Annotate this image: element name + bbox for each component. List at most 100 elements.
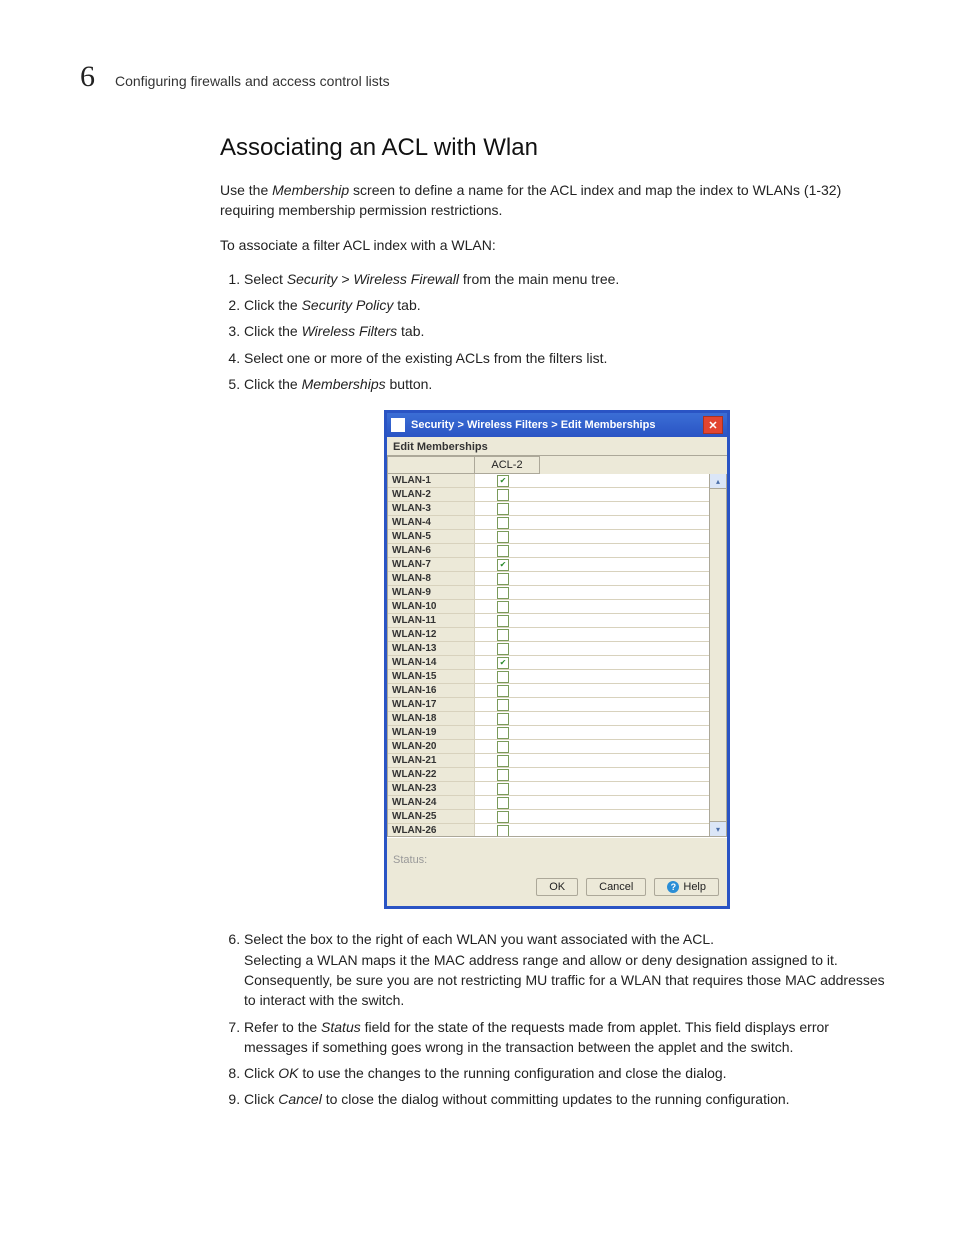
edit-memberships-label: Edit Memberships — [387, 437, 727, 456]
wlan-name-cell: WLAN-9 — [388, 586, 475, 600]
wlan-checkbox[interactable] — [497, 475, 509, 487]
wlan-checkbox[interactable] — [497, 769, 509, 781]
wlan-name-cell: WLAN-4 — [388, 516, 475, 530]
wlan-name-cell: WLAN-6 — [388, 544, 475, 558]
scroll-down-icon[interactable]: ▾ — [710, 821, 726, 836]
wlan-checkbox[interactable] — [497, 643, 509, 655]
wlan-checkbox-cell — [475, 740, 531, 754]
window-title: Security > Wireless Filters > Edit Membe… — [411, 419, 703, 431]
wlan-checkbox[interactable] — [497, 559, 509, 571]
wlan-name-cell: WLAN-22 — [388, 768, 475, 782]
wlan-name-cell: WLAN-25 — [388, 810, 475, 824]
table-row: WLAN-24 — [388, 796, 709, 810]
wlan-name-cell: WLAN-12 — [388, 628, 475, 642]
table-row: WLAN-20 — [388, 740, 709, 754]
dialog-screenshot: Security > Wireless Filters > Edit Membe… — [220, 410, 894, 909]
table-row: WLAN-8 — [388, 572, 709, 586]
scroll-track[interactable] — [710, 489, 726, 821]
wlan-name-cell: WLAN-11 — [388, 614, 475, 628]
wlan-checkbox[interactable] — [497, 503, 509, 515]
step-8: Click OK to use the changes to the runni… — [244, 1063, 894, 1083]
wlan-checkbox-cell — [475, 824, 531, 837]
wlan-checkbox-cell — [475, 572, 531, 586]
wlan-checkbox-cell — [475, 600, 531, 614]
wlan-checkbox-cell — [475, 796, 531, 810]
wlan-checkbox[interactable] — [497, 629, 509, 641]
wlan-name-cell: WLAN-15 — [388, 670, 475, 684]
vertical-scrollbar[interactable]: ▴ ▾ — [710, 474, 727, 837]
wlan-checkbox[interactable] — [497, 797, 509, 809]
step-item: Click the Security Policy tab. — [244, 295, 894, 315]
step-6: Select the box to the right of each WLAN… — [244, 929, 894, 1010]
table-row: WLAN-16 — [388, 684, 709, 698]
table-row: WLAN-7 — [388, 558, 709, 572]
wlan-checkbox-cell — [475, 782, 531, 796]
wlan-checkbox[interactable] — [497, 573, 509, 585]
page-header: 6 Configuring firewalls and access contr… — [80, 60, 894, 94]
wlan-name-cell: WLAN-19 — [388, 726, 475, 740]
wlan-name-cell: WLAN-16 — [388, 684, 475, 698]
wlan-grid: WLAN-1WLAN-2WLAN-3WLAN-4WLAN-5WLAN-6WLAN… — [387, 474, 710, 837]
cancel-button[interactable]: Cancel — [586, 878, 646, 896]
table-row: WLAN-18 — [388, 712, 709, 726]
table-row: WLAN-17 — [388, 698, 709, 712]
wlan-name-cell: WLAN-20 — [388, 740, 475, 754]
close-icon[interactable]: ✕ — [703, 416, 723, 434]
table-row: WLAN-3 — [388, 502, 709, 516]
wlan-checkbox[interactable] — [497, 615, 509, 627]
help-icon: ? — [667, 881, 679, 893]
wlan-checkbox[interactable] — [497, 713, 509, 725]
table-row: WLAN-14 — [388, 656, 709, 670]
ok-button[interactable]: OK — [536, 878, 578, 896]
step-item: Click the Memberships button. — [244, 374, 894, 394]
wlan-checkbox[interactable] — [497, 755, 509, 767]
wlan-name-cell: WLAN-18 — [388, 712, 475, 726]
wlan-checkbox[interactable] — [497, 601, 509, 613]
wlan-checkbox[interactable] — [497, 671, 509, 683]
table-row: WLAN-23 — [388, 782, 709, 796]
table-row: WLAN-9 — [388, 586, 709, 600]
step-9: Click Cancel to close the dialog without… — [244, 1089, 894, 1109]
dialog-button-bar: OK Cancel ?Help — [387, 872, 727, 906]
wlan-checkbox[interactable] — [497, 783, 509, 795]
wlan-checkbox[interactable] — [497, 545, 509, 557]
wlan-name-cell: WLAN-13 — [388, 642, 475, 656]
table-row: WLAN-11 — [388, 614, 709, 628]
wlan-checkbox-cell — [475, 726, 531, 740]
wlan-checkbox-cell — [475, 712, 531, 726]
wlan-checkbox-cell — [475, 558, 531, 572]
wlan-name-cell: WLAN-10 — [388, 600, 475, 614]
col-header-acl: ACL-2 — [475, 456, 540, 474]
wlan-checkbox-cell — [475, 614, 531, 628]
table-row: WLAN-25 — [388, 810, 709, 824]
wlan-checkbox[interactable] — [497, 699, 509, 711]
wlan-name-cell: WLAN-7 — [388, 558, 475, 572]
table-row: WLAN-19 — [388, 726, 709, 740]
table-row: WLAN-6 — [388, 544, 709, 558]
wlan-checkbox[interactable] — [497, 741, 509, 753]
wlan-checkbox[interactable] — [497, 587, 509, 599]
wlan-checkbox[interactable] — [497, 517, 509, 529]
wlan-checkbox[interactable] — [497, 657, 509, 669]
wlan-checkbox[interactable] — [497, 685, 509, 697]
wlan-checkbox-cell — [475, 698, 531, 712]
table-row: WLAN-2 — [388, 488, 709, 502]
wlan-checkbox[interactable] — [497, 825, 509, 837]
wlan-checkbox[interactable] — [497, 727, 509, 739]
wlan-name-cell: WLAN-5 — [388, 530, 475, 544]
wlan-name-cell: WLAN-26 — [388, 824, 475, 837]
step-item: Click the Wireless Filters tab. — [244, 321, 894, 341]
help-button[interactable]: ?Help — [654, 878, 719, 896]
wlan-checkbox-cell — [475, 670, 531, 684]
intro-paragraph-1: Use the Membership screen to define a na… — [220, 180, 894, 221]
wlan-checkbox-cell — [475, 488, 531, 502]
wlan-name-cell: WLAN-8 — [388, 572, 475, 586]
intro-paragraph-2: To associate a filter ACL index with a W… — [220, 235, 894, 255]
table-row: WLAN-12 — [388, 628, 709, 642]
wlan-checkbox[interactable] — [497, 531, 509, 543]
wlan-checkbox[interactable] — [497, 811, 509, 823]
table-header: ACL-2 — [387, 456, 727, 474]
table-row: WLAN-1 — [388, 474, 709, 488]
scroll-up-icon[interactable]: ▴ — [710, 474, 726, 489]
wlan-checkbox[interactable] — [497, 489, 509, 501]
